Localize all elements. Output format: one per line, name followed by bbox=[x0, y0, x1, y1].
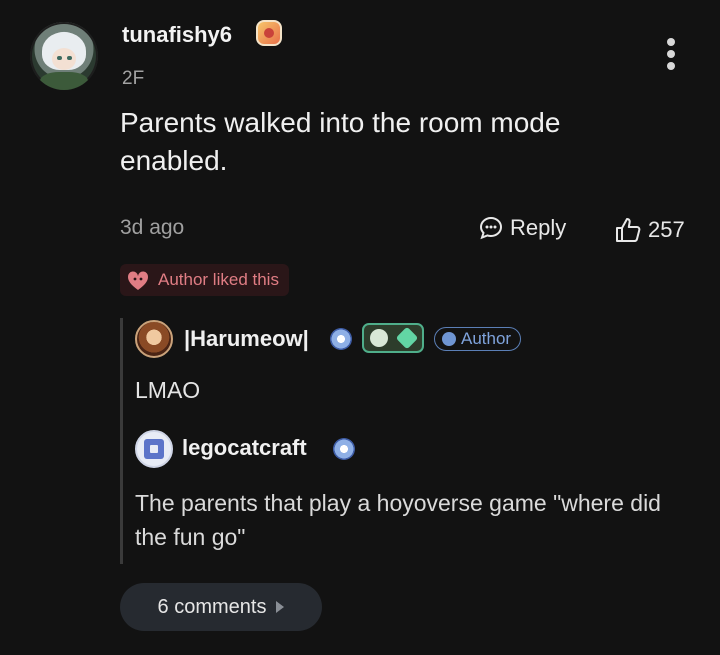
avatar-legocatcraft[interactable] bbox=[135, 430, 173, 468]
comment-timestamp: 3d ago bbox=[120, 216, 185, 239]
chevron-right-icon bbox=[276, 601, 285, 613]
comment-username[interactable]: tunafishy6 bbox=[122, 22, 232, 48]
more-vertical-icon bbox=[667, 38, 675, 46]
reply-username[interactable]: legocatcraft bbox=[182, 435, 307, 461]
more-options-button[interactable] bbox=[660, 38, 682, 74]
comments-count-label: 6 comments bbox=[157, 595, 267, 618]
author-badge-icon bbox=[442, 332, 456, 346]
comment-text: Parents walked into the room mode enable… bbox=[120, 107, 561, 176]
view-comments-button[interactable]: 6 comments bbox=[120, 583, 322, 631]
author-liked-icon bbox=[127, 271, 149, 290]
reply-button[interactable]: Reply bbox=[478, 212, 566, 244]
thumbs-up-icon bbox=[616, 218, 641, 242]
reply-text: The parents that play a hoyoverse game "… bbox=[135, 490, 661, 550]
heart-badge-icon bbox=[362, 323, 424, 353]
level-badge-icon bbox=[333, 438, 355, 460]
reply-username[interactable]: |Harumeow| bbox=[184, 326, 309, 352]
sticker-badge-icon bbox=[256, 20, 282, 46]
author-tag: Author bbox=[434, 327, 522, 351]
reply-label: Reply bbox=[510, 215, 567, 240]
author-liked-label: Author liked this bbox=[158, 270, 279, 289]
floor-number: 2F bbox=[122, 68, 145, 89]
reply-text: LMAO bbox=[135, 377, 201, 403]
reply-bubble-icon bbox=[479, 216, 503, 240]
avatar-harumeow[interactable] bbox=[135, 320, 173, 358]
like-button[interactable]: 257 bbox=[614, 214, 685, 246]
like-count: 257 bbox=[648, 217, 685, 242]
avatar-tunafishy6[interactable] bbox=[30, 22, 98, 90]
level-badge-icon bbox=[330, 328, 352, 350]
thread-divider bbox=[120, 318, 123, 564]
author-liked-badge: Author liked this bbox=[120, 264, 289, 296]
